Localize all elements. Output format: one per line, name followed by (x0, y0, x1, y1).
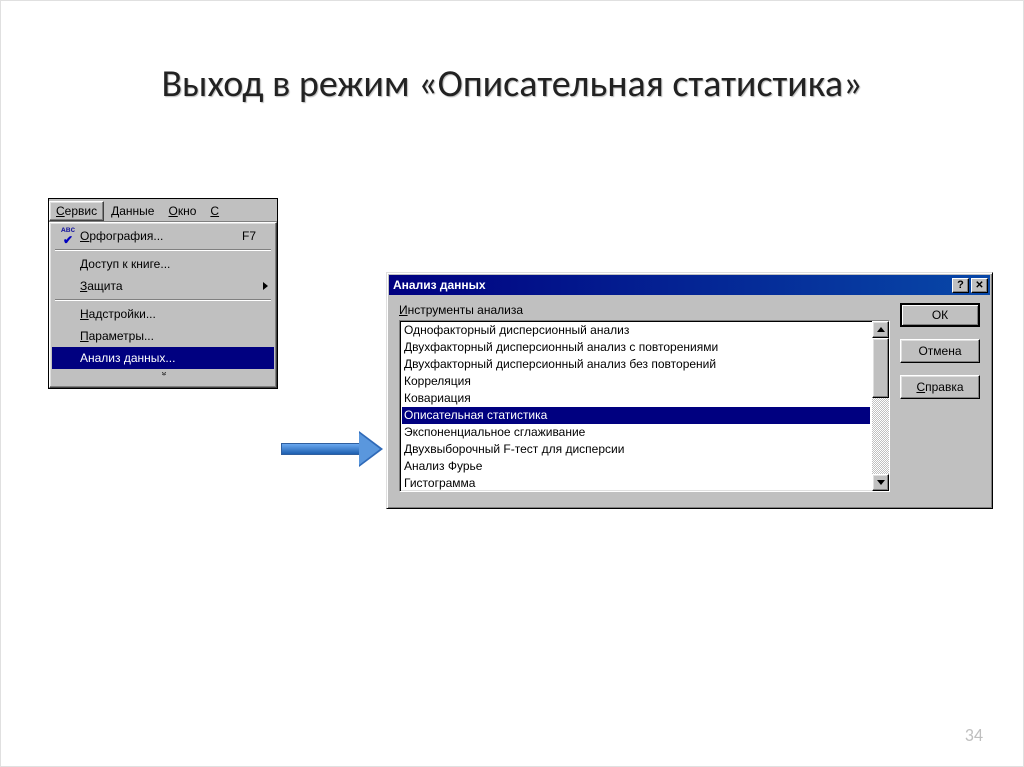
data-analysis-dialog: Анализ данных ? ✕ Инструменты анализа Од… (386, 272, 993, 509)
list-item[interactable]: Двухвыборочный F-тест для дисперсии (402, 441, 870, 458)
menu-separator (55, 299, 271, 301)
list-item[interactable]: Однофакторный дисперсионный анализ (402, 322, 870, 339)
menubar: Сервис Данные Окно С (49, 199, 277, 222)
menu-item-options[interactable]: Параметры... (52, 325, 274, 347)
slide-title: Выход в режим «Описательная статистика» (1, 61, 1023, 107)
triangle-up-icon (877, 327, 885, 332)
menubar-dropdown-panel: Сервис Данные Окно С ᴀʙᴄ✔ Орфография... … (48, 198, 278, 389)
list-item[interactable]: Корреляция (402, 373, 870, 390)
scroll-up-button[interactable] (872, 321, 889, 338)
menubar-item-window[interactable]: Окно (161, 201, 203, 221)
menu-expand-chevron[interactable]: » (52, 369, 274, 385)
help-button[interactable]: Справка (900, 375, 980, 399)
menu-item-data-analysis[interactable]: Анализ данных... (52, 347, 274, 369)
dialog-title: Анализ данных (393, 278, 950, 292)
list-item[interactable]: Двухфакторный дисперсионный анализ без п… (402, 356, 870, 373)
listbox-label: Инструменты анализа (399, 303, 890, 317)
cancel-button[interactable]: Отмена (900, 339, 980, 363)
menu-item-addins[interactable]: Надстройки... (52, 303, 274, 325)
scroll-down-button[interactable] (872, 474, 889, 491)
slide-number: 34 (965, 724, 983, 746)
list-item[interactable]: Двухфакторный дисперсионный анализ с пов… (402, 339, 870, 356)
analysis-tools-listbox[interactable]: Однофакторный дисперсионный анализДвухфа… (399, 320, 890, 492)
spellcheck-icon: ᴀʙᴄ✔ (61, 226, 75, 246)
close-icon[interactable]: ✕ (971, 278, 988, 293)
scroll-thumb[interactable] (872, 338, 889, 398)
menubar-item-service[interactable]: Сервис (49, 201, 104, 221)
arrow-icon (281, 429, 391, 469)
triangle-down-icon (877, 480, 885, 485)
list-item[interactable]: Ковариация (402, 390, 870, 407)
listbox-inner: Однофакторный дисперсионный анализДвухфа… (400, 321, 872, 491)
menubar-item-data[interactable]: Данные (104, 201, 161, 221)
list-item[interactable]: Описательная статистика (402, 407, 870, 424)
slide: Выход в режим «Описательная статистика» … (0, 0, 1024, 767)
help-button-icon[interactable]: ? (952, 278, 969, 293)
list-item[interactable]: Анализ Фурье (402, 458, 870, 475)
scrollbar[interactable] (872, 321, 889, 491)
menu-item-spelling[interactable]: ᴀʙᴄ✔ Орфография... F7 (52, 225, 274, 247)
list-item[interactable]: Гистограмма (402, 475, 870, 491)
ok-button[interactable]: ОК (900, 303, 980, 327)
dropdown-menu: ᴀʙᴄ✔ Орфография... F7 Доступ к книге... … (49, 222, 277, 388)
menu-item-protection[interactable]: Защита (52, 275, 274, 297)
dialog-titlebar: Анализ данных ? ✕ (389, 275, 990, 295)
list-item[interactable]: Экспоненциальное сглаживание (402, 424, 870, 441)
menu-separator (55, 249, 271, 251)
menubar-item-truncated[interactable]: С (203, 201, 226, 221)
submenu-arrow-icon (263, 282, 268, 290)
menu-item-share-workbook[interactable]: Доступ к книге... (52, 253, 274, 275)
scroll-track[interactable] (872, 338, 889, 474)
